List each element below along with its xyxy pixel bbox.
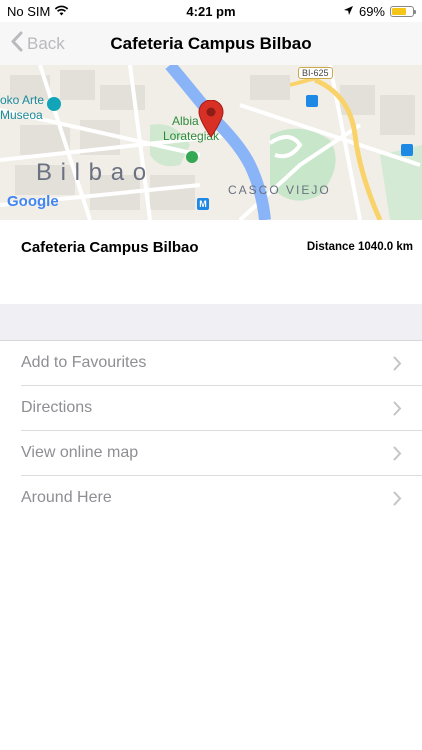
chevron-right-icon [393, 401, 402, 421]
list-item-label: Add to Favourites [21, 354, 147, 371]
museum-label-line2: Museoa [0, 108, 43, 122]
add-to-favourites-row[interactable]: Add to Favourites [0, 341, 422, 386]
metro-icon: M [197, 198, 209, 210]
list-item-label: Around Here [21, 489, 112, 506]
view-online-map-row[interactable]: View online map [0, 431, 422, 476]
map-pin-icon[interactable] [198, 100, 224, 138]
battery-percent: 69% [358, 4, 385, 19]
battery-icon [390, 6, 416, 17]
directions-row[interactable]: Directions [0, 386, 422, 431]
district-label: CASCO VIEJO [228, 183, 331, 197]
navigation-bar: Back Cafeteria Campus Bilbao [0, 22, 422, 65]
chevron-right-icon [393, 491, 402, 511]
around-here-row[interactable]: Around Here [0, 476, 422, 521]
city-label: B i l b a o [36, 159, 148, 186]
list-item-label: Directions [21, 399, 93, 416]
transit-icon [401, 144, 413, 156]
tree-marker-icon [186, 151, 198, 163]
status-right: 69% [343, 4, 416, 19]
list-item-label: View online map [21, 444, 139, 461]
section-separator [0, 304, 422, 341]
place-info: Cafeteria Campus Bilbao Distance 1040.0 … [0, 220, 422, 304]
road-sign: BI-625 [298, 67, 333, 79]
distance-label: Distance 1040.0 km [306, 241, 413, 253]
garden-label-line1: Albia [172, 114, 199, 128]
chevron-right-icon [393, 356, 402, 376]
place-name: Cafeteria Campus Bilbao [21, 239, 199, 256]
action-list: Add to Favourites Directions View online… [0, 341, 422, 521]
status-bar: No SIM 4:21 pm 69% [0, 0, 422, 22]
battery-fill [392, 8, 406, 15]
transit-icon [306, 95, 318, 107]
google-logo: Google [7, 193, 59, 210]
museum-label-line1: oko Arte [0, 93, 45, 107]
chevron-right-icon [393, 446, 402, 466]
location-arrow-icon [343, 4, 354, 19]
map-view[interactable]: BI-625 oko Arte Museoa Albia Lorategiak … [0, 65, 422, 220]
page-title: Cafeteria Campus Bilbao [110, 34, 312, 53]
museum-marker-icon[interactable] [47, 97, 61, 111]
